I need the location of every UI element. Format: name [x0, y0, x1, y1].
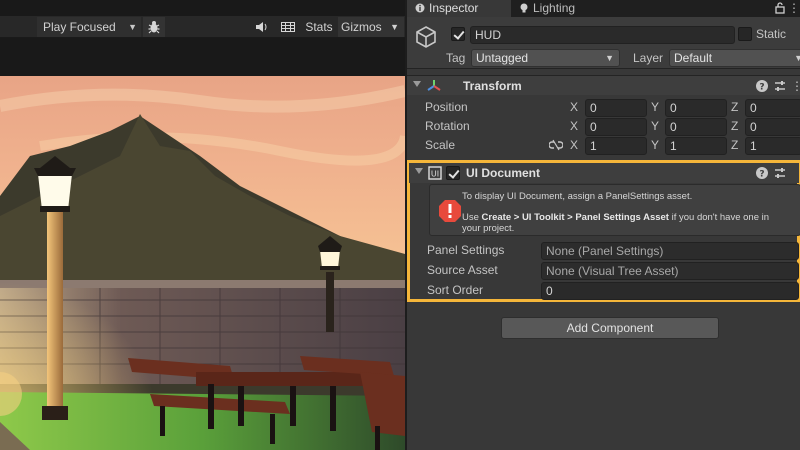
help-line-2-post: if you don't have one in — [668, 212, 770, 223]
help-line-1: To display UI Document, assign a PanelSe… — [462, 191, 693, 202]
tag-dropdown[interactable]: Untagged ▼ — [471, 49, 620, 67]
inspector-panel: Inspector Lighting ⋮ HUD Static Tag Unta… — [405, 0, 800, 450]
kebab-menu-icon[interactable]: ⋮ — [788, 0, 800, 16]
axis-z-label: Z — [731, 138, 739, 152]
chevron-down-icon: ▼ — [605, 53, 614, 63]
sort-order-label: Sort Order — [427, 283, 484, 297]
help-icon[interactable]: ? — [755, 79, 769, 93]
layer-value: Default — [674, 51, 713, 65]
add-component-button[interactable]: Add Component — [501, 317, 719, 339]
error-helpbox: To display UI Document, assign a PanelSe… — [429, 184, 800, 236]
rotation-label: Rotation — [425, 119, 470, 133]
transform-axes-icon — [427, 80, 441, 91]
axis-z-label: Z — [731, 119, 739, 133]
ui-document-title: UI Document — [466, 166, 541, 180]
layer-label: Layer — [633, 51, 664, 65]
transform-title: Transform — [463, 79, 522, 93]
info-icon — [415, 3, 425, 13]
bug-icon[interactable] — [143, 17, 165, 37]
sort-order-field[interactable]: 0 — [541, 282, 799, 300]
play-mode-label: Play Focused — [43, 20, 116, 34]
scale-z-field[interactable]: 1 — [745, 137, 800, 155]
gameobject-cube-icon — [416, 26, 436, 48]
axis-x-label: X — [570, 138, 579, 152]
stats-grid-icon[interactable] — [276, 17, 300, 37]
preset-sliders-icon[interactable] — [773, 79, 787, 93]
link-constraint-icon[interactable] — [549, 139, 563, 151]
preset-sliders-icon[interactable] — [773, 166, 787, 180]
scale-x-field[interactable]: 1 — [585, 137, 647, 155]
help-line-3: your project. — [462, 223, 515, 234]
tag-value: Untagged — [476, 51, 529, 65]
source-asset-label: Source Asset — [427, 263, 498, 277]
help-menu-path: Create > UI Toolkit > Panel Settings Ass… — [481, 212, 669, 223]
axis-y-label: Y — [651, 100, 660, 114]
gizmos-dropdown[interactable]: Gizmos ▼ — [338, 17, 404, 37]
static-label: Static — [756, 27, 787, 41]
ui-toolkit-icon: UI — [428, 166, 442, 180]
axis-y-label: Y — [651, 119, 660, 133]
stats-button[interactable]: Stats — [302, 17, 336, 37]
scale-label: Scale — [425, 138, 456, 152]
bulb-icon — [520, 3, 528, 13]
axis-x-label: X — [570, 100, 579, 114]
foldout-arrow-icon[interactable] — [415, 168, 423, 174]
audio-mute-icon[interactable] — [251, 17, 273, 37]
axis-y-label: Y — [651, 138, 660, 152]
position-x-field[interactable]: 0 — [585, 99, 647, 117]
kebab-menu-icon[interactable]: ⋮ — [791, 79, 800, 93]
chevron-down-icon: ▼ — [390, 22, 399, 32]
position-z-field[interactable]: 0 — [745, 99, 800, 117]
chevron-down-icon: ▼ — [128, 22, 137, 32]
static-toggle[interactable] — [738, 27, 752, 41]
help-line-2: Use Create > UI Toolkit > Panel Settings… — [462, 212, 769, 223]
layer-dropdown[interactable]: Default ▼ — [669, 49, 800, 67]
axis-x-label: X — [570, 119, 579, 133]
axis-z-label: Z — [731, 100, 739, 114]
game-scene-render — [0, 76, 405, 450]
game-toolbar: Play Focused ▼ Stats Gizmos ▼ — [0, 16, 405, 38]
tab-lighting[interactable]: Lighting — [511, 0, 607, 17]
rotation-z-field[interactable]: 0 — [745, 118, 800, 136]
object-name-field[interactable]: HUD — [470, 26, 735, 44]
svg-text:UI: UI — [431, 170, 439, 179]
chevron-down-icon: ▼ — [794, 53, 800, 63]
error-icon — [439, 200, 461, 222]
tab-inspector[interactable]: Inspector — [407, 0, 511, 17]
lock-icon[interactable] — [774, 2, 786, 14]
active-toggle[interactable] — [451, 27, 465, 41]
tab-lighting-label: Lighting — [533, 1, 576, 15]
inspector-tab-bar: Inspector Lighting ⋮ — [407, 0, 800, 17]
source-asset-object-field[interactable]: None (Visual Tree Asset) — [541, 262, 799, 280]
ui-document-header[interactable]: UI UI Document ? — [409, 163, 799, 183]
tag-label: Tag — [446, 51, 466, 65]
svg-text:?: ? — [759, 83, 764, 93]
game-view: Play Focused ▼ Stats Gizmos ▼ — [0, 0, 405, 450]
tab-inspector-label: Inspector — [429, 1, 479, 15]
gizmos-label: Gizmos — [341, 20, 382, 34]
position-y-field[interactable]: 0 — [665, 99, 727, 117]
transform-header[interactable]: Transform ? ⋮ — [407, 75, 800, 95]
scale-y-field[interactable]: 1 — [665, 137, 727, 155]
play-mode-dropdown[interactable]: Play Focused ▼ — [37, 17, 141, 37]
panel-settings-object-field[interactable]: None (Panel Settings) — [541, 242, 799, 260]
ui-document-enabled-toggle[interactable] — [446, 166, 460, 180]
position-label: Position — [425, 100, 468, 114]
rotation-x-field[interactable]: 0 — [585, 118, 647, 136]
help-line-2-pre: Use — [462, 212, 482, 223]
foldout-arrow-icon[interactable] — [413, 81, 421, 87]
svg-text:?: ? — [759, 170, 764, 180]
rotation-y-field[interactable]: 0 — [665, 118, 727, 136]
help-icon[interactable]: ? — [755, 166, 769, 180]
object-header: HUD Static Tag Untagged ▼ Layer Default … — [407, 17, 800, 69]
panel-settings-label: Panel Settings — [427, 243, 505, 257]
